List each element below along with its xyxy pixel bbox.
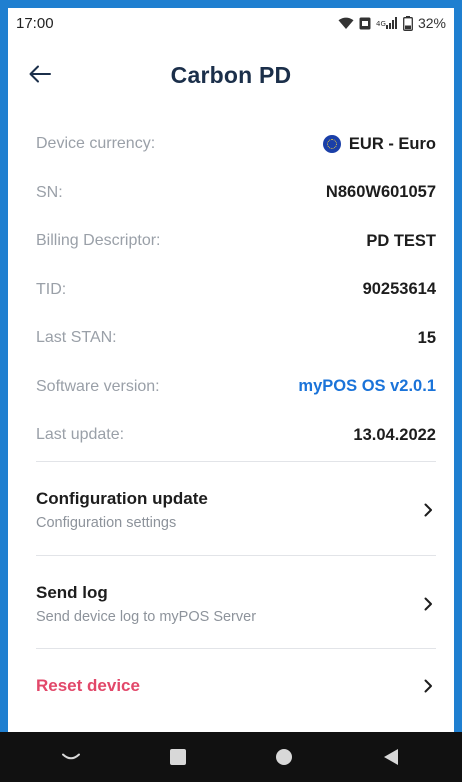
page-title: Carbon PD (170, 62, 292, 88)
send-log-button[interactable]: Send log Send device log to myPOS Server (8, 570, 454, 638)
info-label: Device currency: (36, 135, 156, 153)
navigation-bar (0, 732, 462, 782)
battery-percent: 32% (417, 15, 446, 31)
info-row-last-update: Last update: 13.04.2022 (8, 411, 454, 460)
info-label: TID: (36, 280, 67, 298)
chevron-right-icon (420, 678, 436, 694)
nav-back-icon[interactable] (51, 737, 91, 777)
action-text: Configuration update Configuration setti… (36, 489, 208, 531)
divider (36, 648, 436, 649)
action-subtitle: Configuration settings (36, 515, 177, 531)
currency-value: EUR - Euro (348, 134, 436, 153)
eu-flag-icon (322, 135, 341, 154)
info-value: 90253614 (362, 280, 436, 299)
divider (36, 555, 436, 556)
info-label: Software version: (36, 377, 160, 395)
svg-text:4G: 4G (376, 20, 386, 28)
info-row-currency: Device currency: EUR - Euro (8, 120, 454, 169)
wifi-icon (338, 17, 354, 30)
divider (36, 461, 436, 462)
info-label: Last STAN: (36, 329, 117, 347)
configuration-update-button[interactable]: Configuration update Configuration setti… (8, 476, 454, 544)
action-title: Send log (36, 583, 108, 602)
info-label: SN: (36, 183, 63, 201)
action-text: Send log Send device log to myPOS Server (36, 583, 256, 625)
info-value: PD TEST (366, 231, 436, 250)
status-bar: 17:00 4G 32% (8, 8, 454, 38)
software-version-link[interactable]: myPOS OS v2.0.1 (298, 377, 436, 396)
action-title: Reset device (36, 676, 140, 695)
info-row-tid: TID: 90253614 (8, 266, 454, 315)
info-value: EUR - Euro (322, 134, 436, 154)
device-info-list: Device currency: EUR - Euro SN: N860W601… (8, 120, 454, 460)
chevron-right-icon (420, 596, 436, 612)
info-value: N860W601057 (325, 183, 436, 202)
nav-recent-icon[interactable] (371, 737, 411, 777)
info-label: Billing Descriptor: (36, 232, 161, 250)
status-icons: 4G 32% (338, 15, 446, 31)
status-time: 17:00 (16, 14, 54, 32)
nav-home-icon[interactable] (158, 737, 198, 777)
info-row-billing-descriptor: Billing Descriptor: PD TEST (8, 217, 454, 266)
battery-icon (403, 15, 413, 31)
info-value: 15 (417, 328, 436, 347)
signal-icon: 4G (376, 17, 398, 29)
nav-circle-icon[interactable] (264, 737, 304, 777)
action-subtitle: Send device log to myPOS Server (36, 609, 257, 625)
info-label: Last update: (36, 426, 125, 444)
info-value: 13.04.2022 (353, 425, 436, 444)
info-row-sn: SN: N860W601057 (8, 169, 454, 218)
sim-icon (359, 17, 371, 30)
info-row-last-stan: Last STAN: 15 (8, 314, 454, 363)
action-title: Configuration update (36, 489, 208, 508)
reset-device-button[interactable]: Reset device (8, 664, 454, 708)
chevron-right-icon (420, 502, 436, 518)
app-bar: Carbon PD (8, 48, 454, 104)
info-row-software-version: Software version: myPOS OS v2.0.1 (8, 363, 454, 412)
